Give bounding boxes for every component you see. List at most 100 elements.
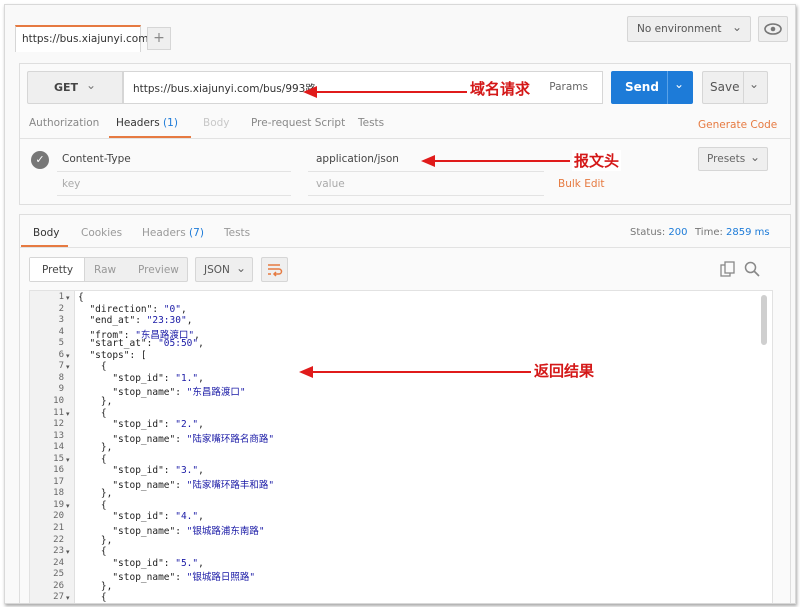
tab-headers-label: Headers — [116, 117, 160, 129]
line-number: 13 — [53, 430, 64, 441]
fold-toggle-icon[interactable]: ▾ — [66, 352, 70, 360]
code-line: { — [78, 592, 107, 604]
line-number: 22 — [53, 534, 64, 545]
divider — [20, 138, 790, 139]
line-number: 23 — [53, 546, 64, 557]
save-divider — [743, 72, 744, 103]
annotation-arrow-head — [299, 366, 313, 378]
line-number: 25 — [53, 569, 64, 580]
response-tab-body[interactable]: Body — [33, 227, 60, 239]
divider — [57, 171, 291, 172]
search-button[interactable] — [743, 260, 761, 281]
response-tab-cookies[interactable]: Cookies — [81, 227, 122, 239]
params-button[interactable]: Params — [549, 81, 588, 93]
code-line: { — [78, 546, 107, 558]
line-number: 18 — [53, 488, 64, 499]
environment-label: No environment — [637, 23, 722, 35]
presets-label: Presets — [707, 153, 746, 165]
header-enabled-checkbox[interactable]: ✓ — [31, 151, 49, 169]
tab-prerequest-script[interactable]: Pre-request Script — [251, 117, 345, 129]
response-headers-count: (7) — [189, 227, 204, 239]
fold-toggle-icon[interactable]: ▾ — [66, 548, 70, 556]
fold-toggle-icon[interactable]: ▾ — [66, 456, 70, 464]
preview-button[interactable]: Preview — [138, 264, 179, 276]
save-options-chevron-icon[interactable]: ⌄ — [749, 77, 759, 91]
generate-code-link[interactable]: Generate Code — [698, 119, 777, 131]
line-number: 9 — [58, 384, 64, 395]
code-line: "end_at": "23:30", — [78, 315, 193, 327]
view-mode-group: Pretty Raw Preview — [29, 257, 188, 282]
line-number: 14 — [53, 442, 64, 453]
response-body-editor[interactable]: 1 ▾{2 "direction": "0", 3 "end_at": "23:30… — [29, 290, 773, 604]
method-label: GET — [54, 81, 79, 94]
format-type-select[interactable]: JSON ⌄ — [195, 257, 253, 282]
presets-dropdown[interactable]: Presets ⌄ — [698, 147, 768, 171]
code-line: { — [78, 499, 107, 511]
line-number: 19 — [53, 499, 64, 510]
line-number: 12 — [53, 419, 64, 430]
line-number: 5 — [58, 338, 64, 349]
new-header-value-input[interactable]: value — [316, 178, 345, 190]
annotation-domain-request: 域名请求 — [468, 78, 533, 99]
bulk-edit-link[interactable]: Bulk Edit — [558, 178, 605, 190]
headers-count: (1) — [163, 117, 178, 129]
send-button[interactable]: Send ⌄ — [611, 71, 693, 104]
code-line: "stops": [ — [78, 349, 147, 361]
code-line: "stop_id": "4.", — [78, 511, 204, 523]
fold-toggle-icon[interactable]: ▾ — [66, 363, 70, 371]
code-line: { — [78, 292, 84, 303]
chevron-down-icon: ⌄ — [749, 150, 760, 164]
header-value-field[interactable]: application/json — [316, 153, 399, 165]
line-number: 27 — [53, 592, 64, 603]
chevron-down-icon: ⌄ — [86, 78, 97, 92]
divider — [20, 247, 790, 248]
save-button[interactable]: Save ⌄ — [702, 71, 768, 104]
code-line: { — [78, 407, 107, 419]
code-line: "stop_id": "2.", — [78, 419, 204, 431]
header-key-field[interactable]: Content-Type — [62, 153, 131, 165]
annotation-headers: 报文头 — [572, 150, 622, 171]
method-select[interactable]: GET ⌄ — [27, 71, 123, 104]
line-number: 16 — [53, 465, 64, 476]
line-number: 17 — [53, 476, 64, 487]
line-number: 24 — [53, 557, 64, 568]
url-value: https://bus.xiajunyi.com/bus/993路 — [133, 83, 316, 95]
send-options-chevron-icon[interactable]: ⌄ — [674, 77, 684, 91]
code-line: "direction": "0", — [78, 303, 187, 315]
app-window: https://bus.xiajunyi.com + No environmen… — [4, 4, 796, 604]
add-tab-button[interactable]: + — [147, 27, 171, 50]
pretty-button[interactable]: Pretty — [42, 264, 73, 276]
environment-quick-look-button[interactable] — [758, 16, 788, 42]
vertical-scrollbar[interactable] — [761, 295, 767, 345]
fold-toggle-icon[interactable]: ▾ — [66, 294, 70, 302]
fold-toggle-icon[interactable]: ▾ — [66, 594, 70, 602]
response-tab-headers[interactable]: Headers (7) — [142, 227, 204, 239]
copy-icon — [720, 261, 735, 277]
save-label: Save — [710, 80, 740, 94]
line-number: 3 — [58, 315, 64, 326]
code-line: "stop_id": "5.", — [78, 557, 204, 569]
fold-toggle-icon[interactable]: ▾ — [66, 502, 70, 510]
tab-body[interactable]: Body — [203, 117, 230, 129]
wrap-lines-button[interactable] — [261, 257, 288, 282]
environment-select[interactable]: No environment ⌄ — [627, 16, 751, 42]
tab-headers[interactable]: Headers (1) — [116, 117, 178, 129]
code-line: }, — [78, 395, 113, 407]
new-header-key-input[interactable]: key — [62, 178, 80, 190]
line-number: 15 — [53, 453, 64, 464]
code-line: }, — [78, 580, 113, 592]
raw-button[interactable]: Raw — [94, 264, 116, 276]
annotation-arrow — [435, 160, 570, 162]
response-tab-tests[interactable]: Tests — [224, 227, 250, 239]
wrap-icon — [268, 264, 283, 277]
request-tab[interactable]: https://bus.xiajunyi.com — [15, 25, 148, 52]
code-line: { — [78, 453, 107, 465]
copy-button[interactable] — [719, 261, 737, 282]
divider — [57, 195, 291, 196]
code-line: }, — [78, 534, 113, 546]
format-type-label: JSON — [204, 264, 230, 276]
tab-tests[interactable]: Tests — [358, 117, 384, 129]
fold-toggle-icon[interactable]: ▾ — [66, 410, 70, 418]
tab-authorization[interactable]: Authorization — [29, 117, 99, 129]
code-line: "stop_id": "1.", — [78, 372, 204, 384]
